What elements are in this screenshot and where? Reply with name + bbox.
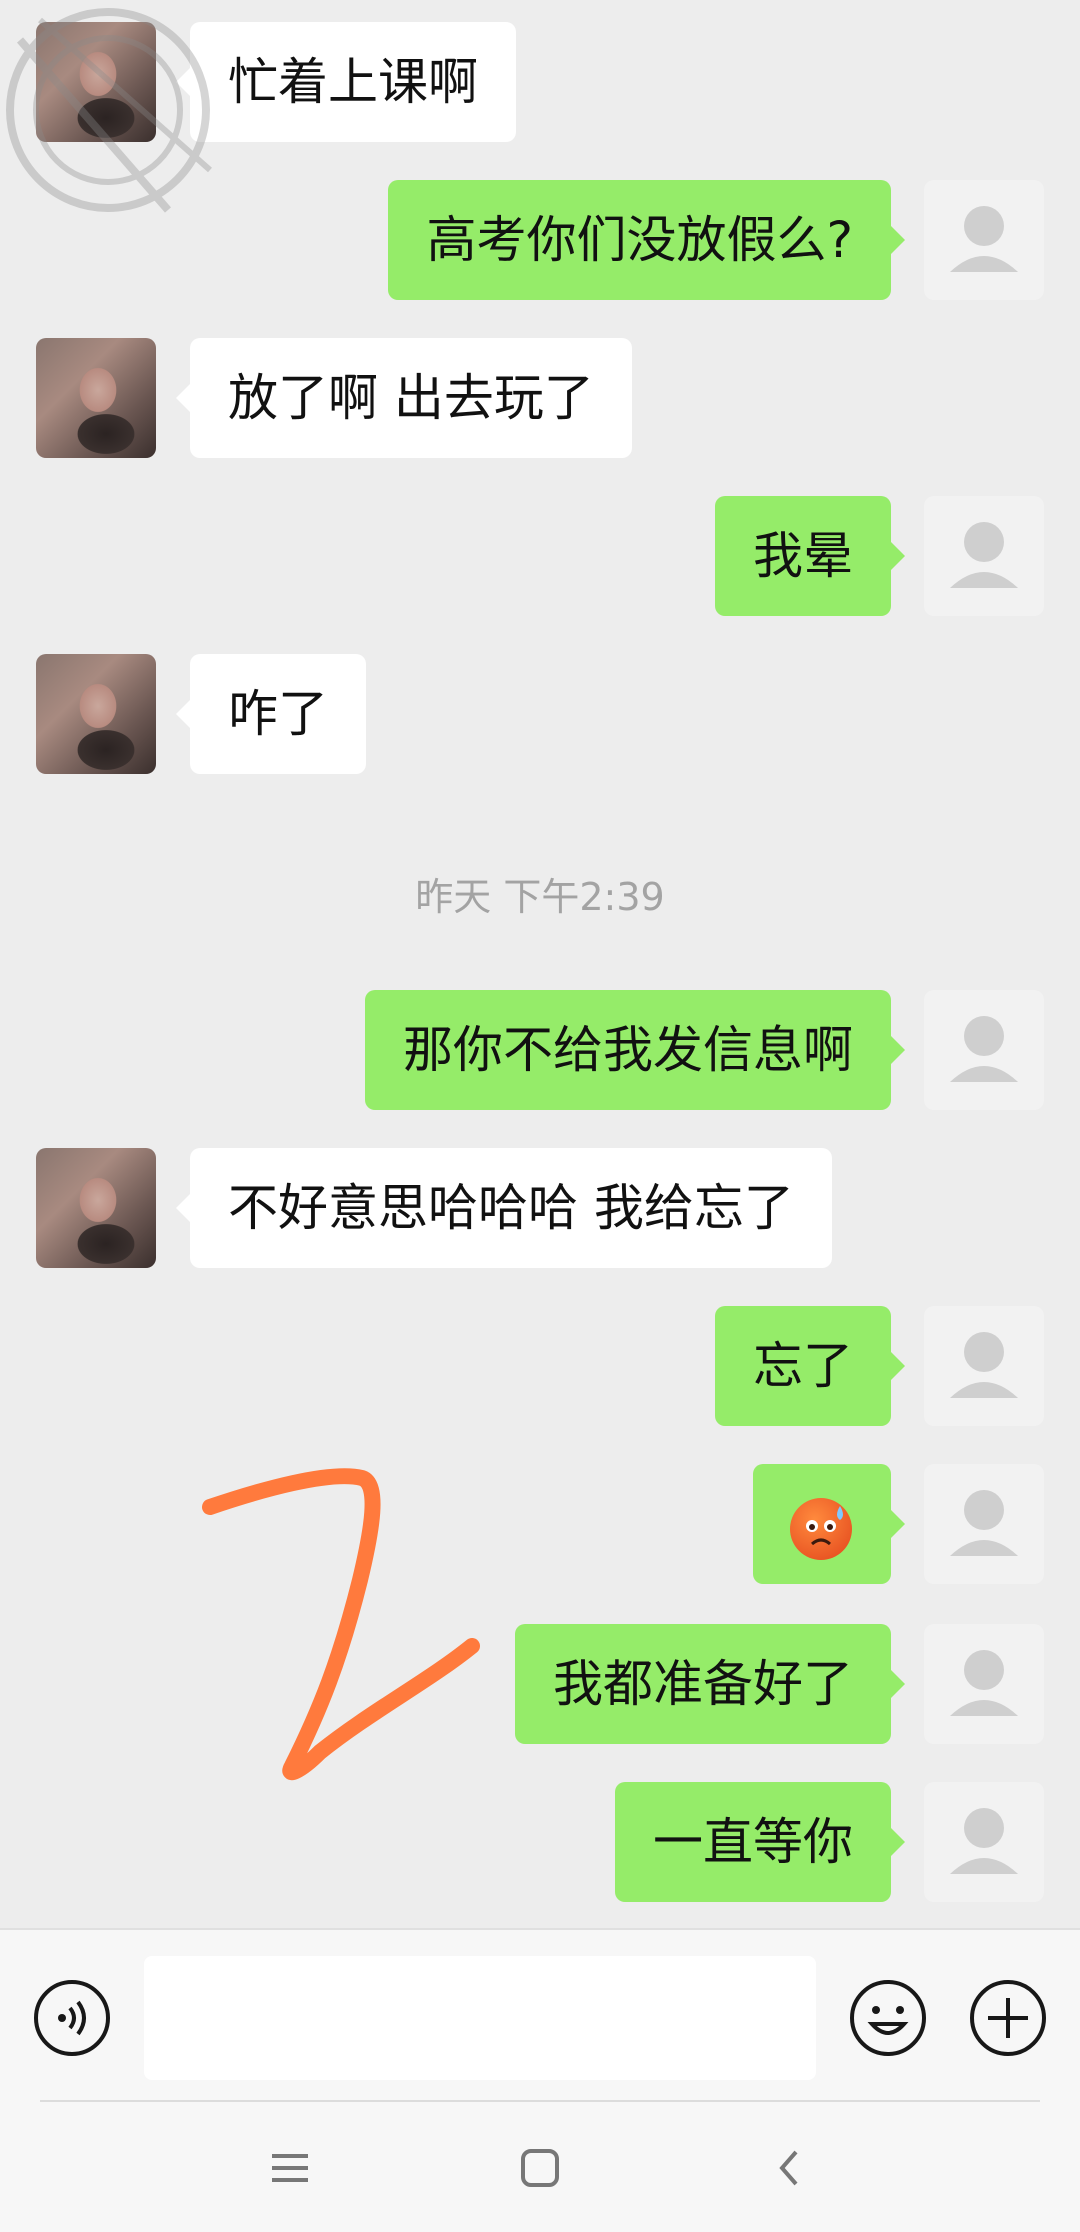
default-avatar-icon (950, 1808, 1018, 1874)
default-avatar-icon (950, 522, 1018, 588)
plus-icon[interactable] (968, 1978, 1048, 2058)
message-text: 不好意思哈哈哈 我给忘了 (228, 1179, 794, 1237)
message-text: 放了啊 出去玩了 (228, 369, 594, 427)
message-text: 高考你们没放假么? (426, 211, 853, 269)
message-text: 忙着上课啊 (228, 53, 478, 111)
default-avatar-icon (950, 1490, 1018, 1556)
outgoing-message-bubble[interactable]: 高考你们没放假么? (388, 180, 905, 300)
default-avatar-icon (950, 1332, 1018, 1398)
message-text: 咋了 (228, 685, 328, 743)
contact-avatar[interactable] (36, 1148, 156, 1268)
outgoing-message-bubble[interactable]: 忘了 (715, 1306, 905, 1426)
hand-drawn-annotation-stroke (202, 1468, 480, 1780)
my-avatar[interactable] (924, 1624, 1044, 1744)
message-text: 我晕 (753, 527, 853, 585)
my-avatar[interactable] (924, 1306, 1044, 1426)
my-avatar[interactable] (924, 496, 1044, 616)
contact-avatar[interactable] (36, 338, 156, 458)
my-avatar[interactable] (924, 990, 1044, 1110)
message-input[interactable] (144, 1956, 816, 2080)
back-icon[interactable] (760, 2138, 820, 2198)
chat-area[interactable]: 忙着上课啊 高考你们没放假么? 放了啊 出去玩了 我晕 咋了 昨天 下午2:39… (0, 0, 1080, 1928)
outgoing-message-bubble[interactable]: 我晕 (715, 496, 905, 616)
incoming-message-bubble[interactable]: 咋了 (176, 654, 366, 774)
outgoing-message-bubble[interactable]: 一直等你 (615, 1782, 905, 1902)
default-avatar-icon (950, 1016, 1018, 1082)
outgoing-message-bubble[interactable]: 那你不给我发信息啊 (365, 990, 905, 1110)
default-avatar-icon (950, 1650, 1018, 1716)
message-input-bar (0, 1928, 1080, 2102)
nav-divider (40, 2100, 1040, 2102)
message-text: 我都准备好了 (553, 1655, 853, 1713)
incoming-message-bubble[interactable]: 放了啊 出去玩了 (176, 338, 632, 458)
emoji-icon[interactable] (848, 1978, 928, 2058)
my-avatar[interactable] (924, 1464, 1044, 1584)
message-text: 那你不给我发信息啊 (403, 1021, 853, 1079)
system-navigation-bar (0, 2100, 1080, 2232)
message-text: 一直等你 (653, 1813, 853, 1871)
outgoing-message-bubble[interactable]: 我都准备好了 (515, 1624, 905, 1744)
contact-avatar[interactable] (36, 22, 156, 142)
message-text: 忘了 (753, 1337, 853, 1395)
timestamp-divider: 昨天 下午2:39 (415, 875, 665, 919)
home-icon[interactable] (510, 2138, 570, 2198)
sweat-face-emoji-icon (790, 1498, 852, 1560)
voice-icon[interactable] (32, 1978, 112, 2058)
my-avatar[interactable] (924, 1782, 1044, 1902)
default-avatar-icon (950, 206, 1018, 272)
my-avatar[interactable] (924, 180, 1044, 300)
contact-avatar[interactable] (36, 654, 156, 774)
menu-icon[interactable] (260, 2138, 320, 2198)
incoming-message-bubble[interactable]: 忙着上课啊 (176, 22, 516, 142)
incoming-message-bubble[interactable]: 不好意思哈哈哈 我给忘了 (176, 1148, 832, 1268)
